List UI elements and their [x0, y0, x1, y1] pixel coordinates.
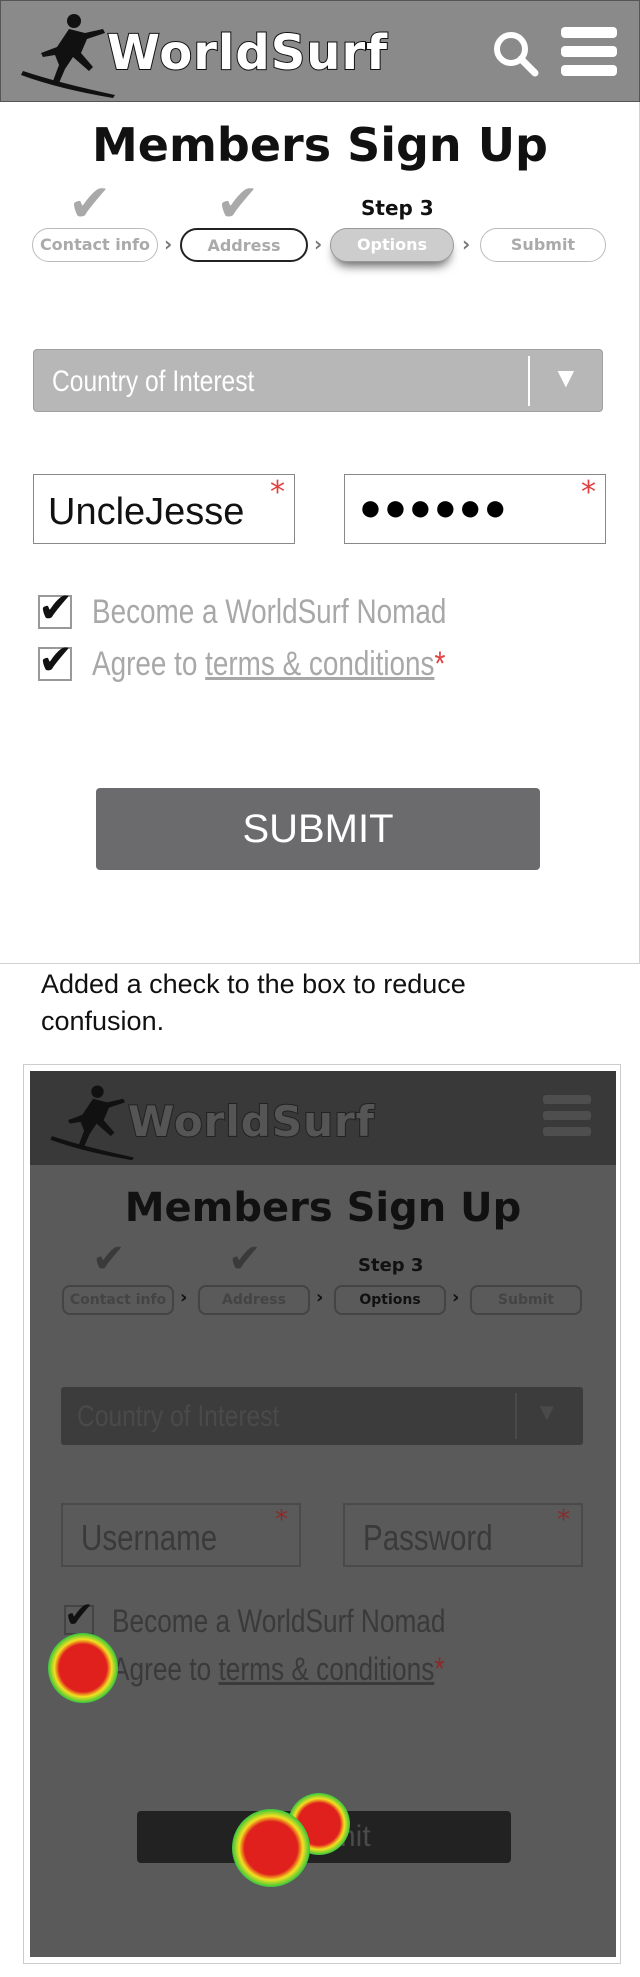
terms-checkbox[interactable] — [64, 1653, 94, 1683]
step-address[interactable]: Address — [198, 1285, 310, 1315]
step-progress: ✔ ✔ Step 3 Contact info › Address › Opti… — [62, 1239, 602, 1319]
chevron-right-icon: › — [314, 232, 323, 256]
brand-logo[interactable]: WorldSurf — [48, 1081, 448, 1161]
submit-button[interactable]: Submit — [137, 1811, 511, 1863]
password-placeholder: Password — [363, 1517, 493, 1558]
username-placeholder: Username — [81, 1517, 218, 1558]
nomad-checkbox[interactable]: ✔ — [64, 1595, 94, 1636]
step-contact-info[interactable]: Contact info — [32, 228, 158, 262]
country-of-interest-select[interactable]: Country of Interest ▼ — [61, 1387, 583, 1445]
step-contact-info[interactable]: Contact info — [62, 1285, 174, 1315]
step-submit[interactable]: Submit — [470, 1285, 582, 1315]
password-field[interactable]: ●●●●●● * — [344, 474, 606, 544]
required-asterisk: * — [270, 475, 285, 510]
signup-mockup-heatmap: WorldSurf Members Sign Up ✔ ✔ Step 3 Con… — [23, 1064, 621, 1964]
chevron-right-icon: › — [164, 232, 173, 256]
terms-prefix: Agree to — [92, 645, 206, 683]
checkmark-icon: ✔ — [64, 1595, 95, 1636]
surfer-logo-icon — [21, 14, 115, 98]
required-asterisk: * — [557, 1505, 570, 1535]
app-header: WorldSurf — [0, 0, 640, 102]
step-complete-check-icon: ✔ — [68, 174, 112, 234]
username-value: UncleJesse — [48, 491, 245, 533]
nomad-option-label: Become a WorldSurf Nomad — [112, 1603, 446, 1639]
checkmark-icon: ✔ — [38, 635, 74, 684]
step-options[interactable]: Options — [334, 1285, 446, 1315]
brand-name: WorldSurf — [127, 1096, 375, 1147]
username-field[interactable]: UncleJesse * — [33, 474, 295, 544]
brand-name: WorldSurf — [106, 24, 388, 82]
step-complete-check-icon: ✔ — [216, 174, 260, 234]
chevron-right-icon: › — [316, 1287, 324, 1308]
terms-option-label: Agree to terms & conditions* — [112, 1651, 445, 1688]
password-masked-value: ●●●●●● — [359, 487, 509, 529]
checkmark-icon: ✔ — [38, 583, 74, 632]
brand-logo[interactable]: WorldSurf — [19, 9, 459, 99]
country-select-label: Country of Interest — [52, 365, 255, 398]
required-asterisk: * — [434, 1651, 445, 1687]
terms-checkbox[interactable]: ✔ — [38, 635, 73, 684]
step-options[interactable]: Options — [330, 228, 454, 262]
current-step-label: Step 3 — [358, 1255, 424, 1276]
signup-mockup-checked: WorldSurf Members Sign Up ✔ ✔ Step 3 Con… — [0, 0, 640, 964]
step-complete-check-icon: ✔ — [92, 1236, 126, 1282]
required-asterisk: * — [434, 645, 446, 683]
select-divider — [528, 356, 530, 406]
required-asterisk: * — [581, 475, 596, 510]
password-field[interactable]: Password * — [343, 1503, 583, 1567]
username-field[interactable]: Username * — [61, 1503, 301, 1567]
page-title: Members Sign Up — [92, 118, 548, 172]
terms-option-label: Agree to terms & conditions* — [92, 645, 445, 684]
chevron-right-icon: › — [452, 1287, 460, 1308]
step-address[interactable]: Address — [180, 228, 308, 262]
step-submit[interactable]: Submit — [480, 228, 606, 262]
country-select-label: Country of Interest — [77, 1400, 280, 1433]
nomad-option-row: ✔ Become a WorldSurf Nomad — [38, 583, 598, 635]
dropdown-arrow-icon: ▼ — [552, 362, 580, 393]
step-progress: ✔ ✔ Step 3 Contact info › Address › Opti… — [30, 178, 610, 268]
step-complete-check-icon: ✔ — [228, 1236, 262, 1282]
nomad-checkbox[interactable]: ✔ — [38, 583, 73, 632]
hamburger-menu-icon[interactable] — [543, 1095, 591, 1145]
terms-prefix: Agree to — [112, 1651, 219, 1687]
country-of-interest-select[interactable]: Country of Interest ▼ — [33, 349, 603, 412]
surfer-logo-icon — [50, 1085, 134, 1161]
terms-link[interactable]: terms & conditions — [205, 645, 434, 683]
annotation-caption: Added a check to the box to reduce confu… — [41, 969, 466, 1036]
current-step-label: Step 3 — [361, 196, 434, 220]
required-asterisk: * — [275, 1505, 288, 1535]
chevron-right-icon: › — [462, 232, 471, 256]
hamburger-menu-icon[interactable] — [561, 27, 617, 79]
chevron-right-icon: › — [180, 1287, 188, 1308]
nomad-option-row: ✔ Become a WorldSurf Nomad — [64, 1595, 584, 1641]
page-title: Members Sign Up — [124, 1185, 522, 1231]
search-icon[interactable] — [491, 29, 539, 77]
terms-option-row: ✔ Agree to terms & conditions* — [38, 635, 598, 687]
select-divider — [515, 1393, 517, 1439]
terms-link[interactable]: terms & conditions — [218, 1651, 434, 1687]
dropdown-arrow-icon: ▼ — [535, 1399, 559, 1426]
submit-button[interactable]: SUBMIT — [96, 788, 540, 870]
app-header: WorldSurf — [30, 1071, 616, 1165]
terms-option-row: Agree to terms & conditions* — [64, 1649, 584, 1689]
nomad-option-label: Become a WorldSurf Nomad — [92, 593, 447, 631]
